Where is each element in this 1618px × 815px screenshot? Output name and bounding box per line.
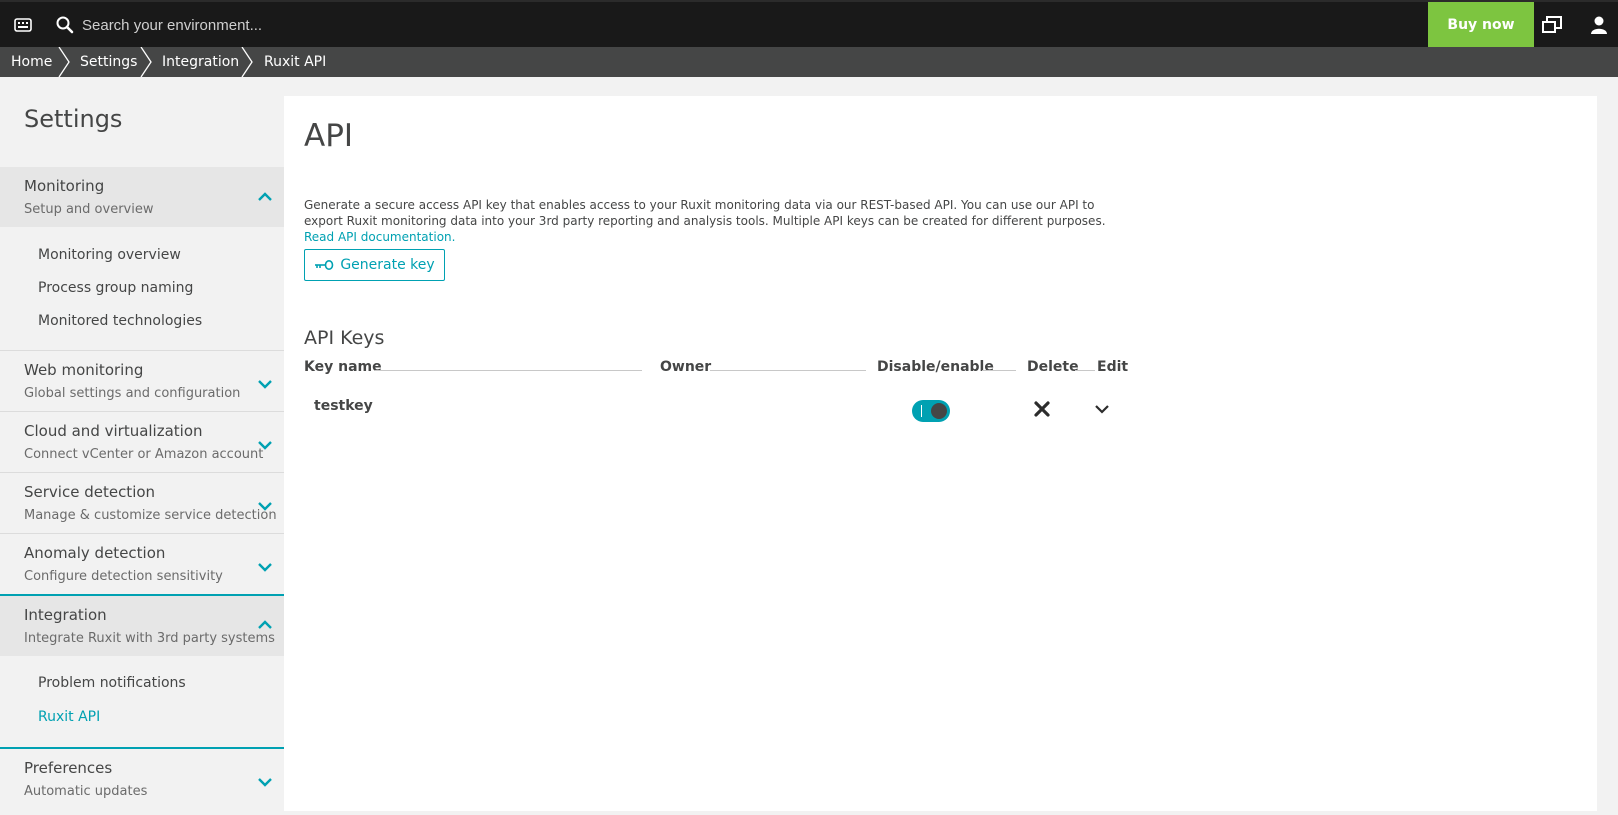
description-text: Generate a secure access API key that en… <box>304 198 1106 228</box>
section-title: Cloud and virtualization <box>24 422 203 440</box>
breadcrumb-integration[interactable]: Integration <box>162 47 239 77</box>
chevron-down-icon <box>258 563 272 572</box>
sidebar-item-process-group-naming[interactable]: Process group naming <box>38 280 193 296</box>
menu-icon[interactable] <box>8 10 38 40</box>
key-icon <box>315 260 334 270</box>
column-header-delete: Delete <box>1027 359 1079 375</box>
api-keys-title: API Keys <box>304 327 385 349</box>
column-header-key-name: Key name <box>304 359 382 375</box>
section-title: Anomaly detection <box>24 544 166 562</box>
section-title: Integration <box>24 606 107 624</box>
generate-key-button[interactable]: Generate key <box>304 249 445 281</box>
sidebar-section-monitoring[interactable]: Monitoring Setup and overview <box>0 167 284 227</box>
breadcrumb-separator <box>241 47 253 77</box>
toggle-knob <box>931 403 947 419</box>
enable-toggle[interactable] <box>912 400 950 422</box>
section-title: Preferences <box>24 759 113 777</box>
chevron-down-icon <box>258 502 272 511</box>
search-icon <box>56 16 74 34</box>
header-line <box>375 370 642 371</box>
header-line <box>710 370 866 371</box>
sidebar-section-cloud-virtualization[interactable]: Cloud and virtualization Connect vCenter… <box>0 412 284 472</box>
section-title: Web monitoring <box>24 361 144 379</box>
toggle-on-mark <box>921 405 922 417</box>
breadcrumb-separator <box>140 47 152 77</box>
sidebar-item-problem-notifications[interactable]: Problem notifications <box>38 675 186 691</box>
sidebar-section-anomaly-detection[interactable]: Anomaly detection Configure detection se… <box>0 534 284 594</box>
sidebar-title: Settings <box>24 105 123 133</box>
sidebar-section-integration[interactable]: Integration Integrate Ruxit with 3rd par… <box>0 596 284 656</box>
settings-sidebar: Settings Monitoring Setup and overview M… <box>0 77 284 815</box>
chevron-up-icon <box>258 620 272 629</box>
buy-now-button[interactable]: Buy now <box>1428 2 1534 47</box>
breadcrumb: Home Settings Integration Ruxit API <box>0 47 1618 77</box>
api-key-name: testkey <box>314 398 373 414</box>
sidebar-section-service-detection[interactable]: Service detection Manage & customize ser… <box>0 473 284 533</box>
generate-key-label: Generate key <box>340 257 435 273</box>
search-input[interactable] <box>82 11 682 39</box>
section-subtitle: Setup and overview <box>24 202 154 217</box>
header-line <box>1075 370 1095 371</box>
column-header-owner: Owner <box>660 359 712 375</box>
sidebar-item-ruxit-api[interactable]: Ruxit API <box>38 709 100 725</box>
chevron-down-icon <box>258 441 272 450</box>
sidebar-item-monitored-technologies[interactable]: Monitored technologies <box>38 313 202 329</box>
delete-icon[interactable] <box>1032 399 1052 419</box>
chevron-up-icon <box>258 192 272 201</box>
section-title: Service detection <box>24 483 156 501</box>
chevron-down-icon <box>258 380 272 389</box>
breadcrumb-separator <box>58 47 70 77</box>
sidebar-item-monitoring-overview[interactable]: Monitoring overview <box>38 247 181 263</box>
user-icon[interactable] <box>1588 14 1610 36</box>
column-header-edit: Edit <box>1097 359 1129 375</box>
api-description: Generate a secure access API key that en… <box>304 197 1124 245</box>
section-subtitle: Integrate Ruxit with 3rd party systems <box>24 631 275 646</box>
chevron-down-icon <box>258 778 272 787</box>
section-title: Monitoring <box>24 177 105 195</box>
page-title: API <box>304 118 354 154</box>
top-bar: Buy now <box>0 0 1618 47</box>
section-subtitle: Connect vCenter or Amazon account <box>24 447 264 462</box>
sidebar-section-preferences[interactable]: Preferences Automatic updates <box>0 749 284 815</box>
breadcrumb-home[interactable]: Home <box>11 47 52 77</box>
api-documentation-link[interactable]: Read API documentation. <box>304 230 455 244</box>
header-line <box>982 370 1016 371</box>
section-subtitle: Manage & customize service detection <box>24 508 277 523</box>
column-header-disable-enable: Disable/enable <box>877 359 994 375</box>
chevron-down-icon[interactable] <box>1092 399 1112 419</box>
section-subtitle: Automatic updates <box>24 784 148 799</box>
breadcrumb-ruxit-api: Ruxit API <box>264 54 327 70</box>
sidebar-section-web-monitoring[interactable]: Web monitoring Global settings and confi… <box>0 351 284 411</box>
section-subtitle: Global settings and configuration <box>24 386 241 401</box>
windows-icon[interactable] <box>1540 14 1564 36</box>
section-subtitle: Configure detection sensitivity <box>24 569 223 584</box>
api-panel: API Generate a secure access API key tha… <box>284 96 1597 811</box>
breadcrumb-settings[interactable]: Settings <box>80 47 137 77</box>
